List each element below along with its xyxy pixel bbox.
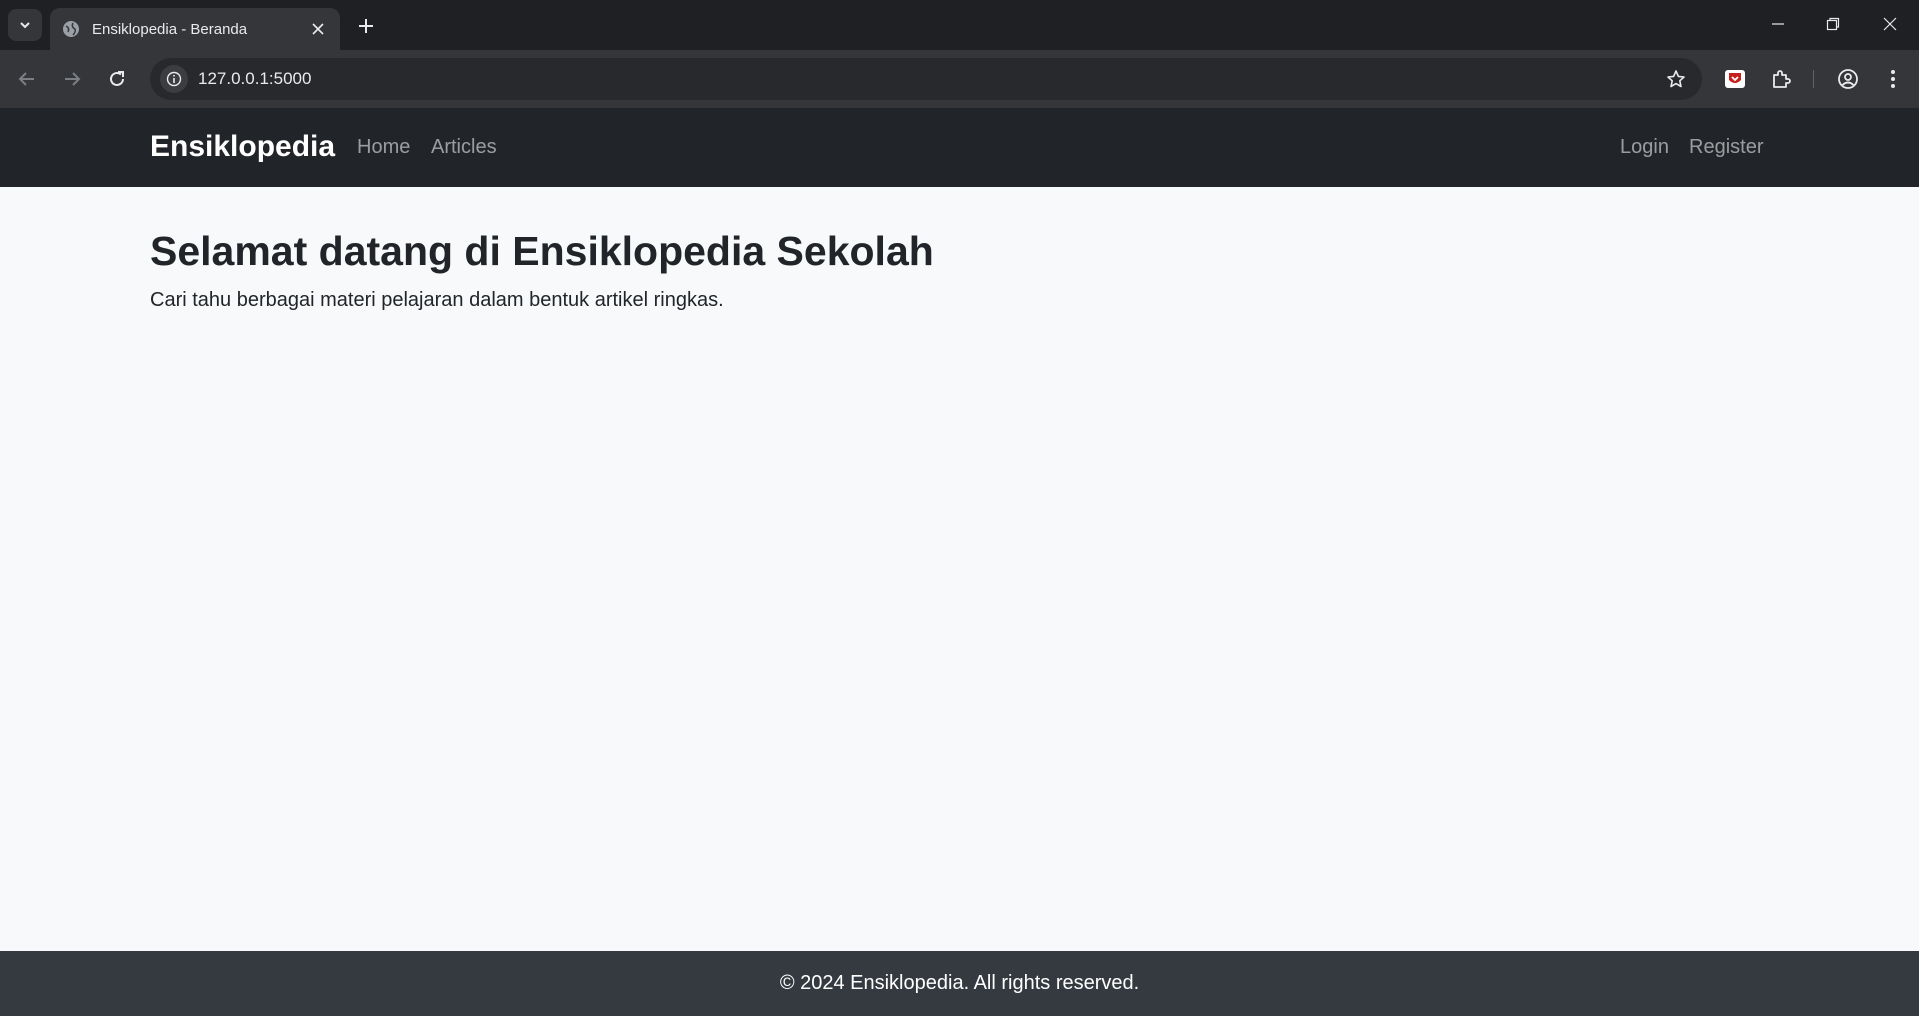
tab-search-button[interactable] xyxy=(8,9,42,41)
browser-tab-active[interactable]: Ensiklopedia - Beranda xyxy=(50,8,340,50)
globe-icon xyxy=(63,21,79,37)
bookmark-button[interactable] xyxy=(1660,63,1692,95)
puzzle-icon xyxy=(1773,70,1791,88)
nav-link-register[interactable]: Register xyxy=(1689,136,1763,159)
url-text: 127.0.0.1:5000 xyxy=(198,69,312,88)
profile-button[interactable] xyxy=(1832,63,1864,95)
toolbar-divider xyxy=(1813,70,1814,88)
plus-icon xyxy=(359,19,373,33)
more-icon xyxy=(1891,70,1895,88)
window-close-button[interactable] xyxy=(1868,8,1912,40)
nav-link-home[interactable]: Home xyxy=(357,136,410,159)
extensions-menu-button[interactable] xyxy=(1765,63,1797,95)
site-info-button[interactable] xyxy=(160,65,188,93)
minimize-button[interactable] xyxy=(1756,8,1800,40)
chevron-down-icon xyxy=(20,22,30,29)
star-icon xyxy=(1667,70,1685,88)
browser-tabstrip: Ensiklopedia - Beranda xyxy=(0,0,1919,50)
forward-icon xyxy=(65,72,81,86)
extension-shield-icon xyxy=(1725,70,1745,88)
forward-button[interactable] xyxy=(56,63,88,95)
restore-icon xyxy=(1826,17,1840,31)
window-close-icon xyxy=(1883,17,1897,31)
info-icon xyxy=(166,71,182,87)
minimize-icon xyxy=(1772,23,1784,25)
site-footer: © 2024 Ensiklopedia. All rights reserved… xyxy=(0,951,1919,1016)
browser-menu-button[interactable] xyxy=(1877,63,1909,95)
footer-copyright: © 2024 Ensiklopedia. All rights reserved… xyxy=(779,972,1140,994)
brand-link[interactable]: Ensiklopedia xyxy=(150,130,335,164)
close-tab-button[interactable] xyxy=(308,19,328,39)
address-bar[interactable]: 127.0.0.1:5000 xyxy=(150,58,1702,100)
back-icon xyxy=(18,72,34,86)
page-subtitle: Cari tahu berbagai materi pelajaran dala… xyxy=(150,289,724,311)
reload-icon xyxy=(110,71,124,86)
reload-button[interactable] xyxy=(101,63,133,95)
profile-icon xyxy=(1838,69,1858,89)
nav-link-articles[interactable]: Articles xyxy=(431,136,497,159)
new-tab-button[interactable] xyxy=(352,12,380,40)
close-icon xyxy=(312,23,324,35)
page-title: Selamat datang di Ensiklopedia Sekolah xyxy=(150,228,934,274)
extension-button[interactable] xyxy=(1719,63,1751,95)
browser-toolbar: 127.0.0.1:5000 xyxy=(0,50,1919,108)
back-button[interactable] xyxy=(11,63,43,95)
site-navbar: Ensiklopedia Home Articles Login Registe… xyxy=(0,108,1919,187)
restore-button[interactable] xyxy=(1811,8,1855,40)
nav-link-login[interactable]: Login xyxy=(1620,136,1669,159)
tab-title: Ensiklopedia - Beranda xyxy=(92,20,248,38)
